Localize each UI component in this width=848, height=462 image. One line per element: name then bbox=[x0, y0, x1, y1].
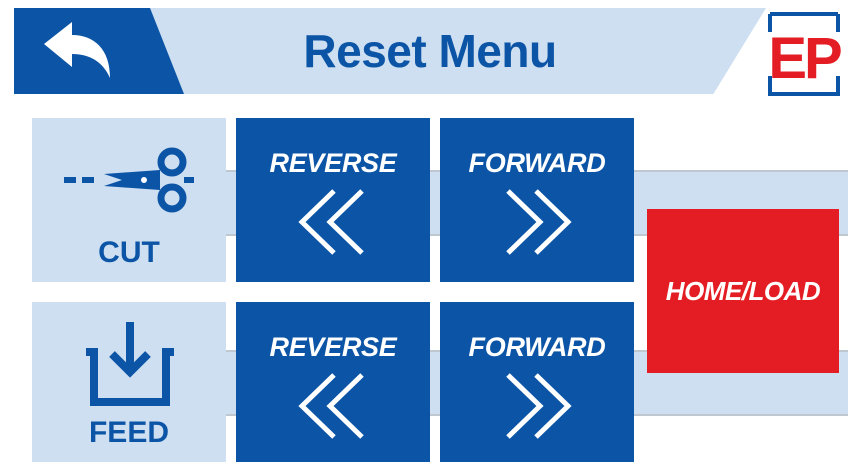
rewind-icon bbox=[298, 189, 364, 255]
feed-label: FEED bbox=[88, 416, 169, 449]
feed-forward-label: FORWARD bbox=[468, 332, 606, 362]
logo-text: EP bbox=[768, 26, 841, 91]
cut-forward-label: FORWARD bbox=[468, 148, 606, 178]
cut-forward-button[interactable]: FORWARD bbox=[440, 118, 634, 282]
ep-logo: EP bbox=[764, 12, 844, 96]
feed-down-arrow-icon bbox=[86, 322, 174, 406]
cut-label: CUT bbox=[98, 236, 160, 269]
home-load-label: HOME/LOAD bbox=[665, 275, 821, 306]
page-title: Reset Menu bbox=[303, 25, 557, 77]
scissors-icon bbox=[64, 147, 194, 213]
cut-reverse-button[interactable]: REVERSE bbox=[236, 118, 430, 282]
feed-forward-button[interactable]: FORWARD bbox=[440, 302, 634, 462]
feed-reverse-button[interactable]: REVERSE bbox=[236, 302, 430, 462]
cut-reverse-label: REVERSE bbox=[269, 148, 397, 178]
rewind-icon bbox=[298, 373, 364, 439]
fast-forward-icon bbox=[506, 373, 572, 439]
home-load-button[interactable]: HOME/LOAD bbox=[647, 209, 839, 373]
back-arrow-icon[interactable] bbox=[40, 18, 114, 82]
fast-forward-icon bbox=[506, 189, 572, 255]
feed-reverse-label: REVERSE bbox=[269, 332, 397, 362]
